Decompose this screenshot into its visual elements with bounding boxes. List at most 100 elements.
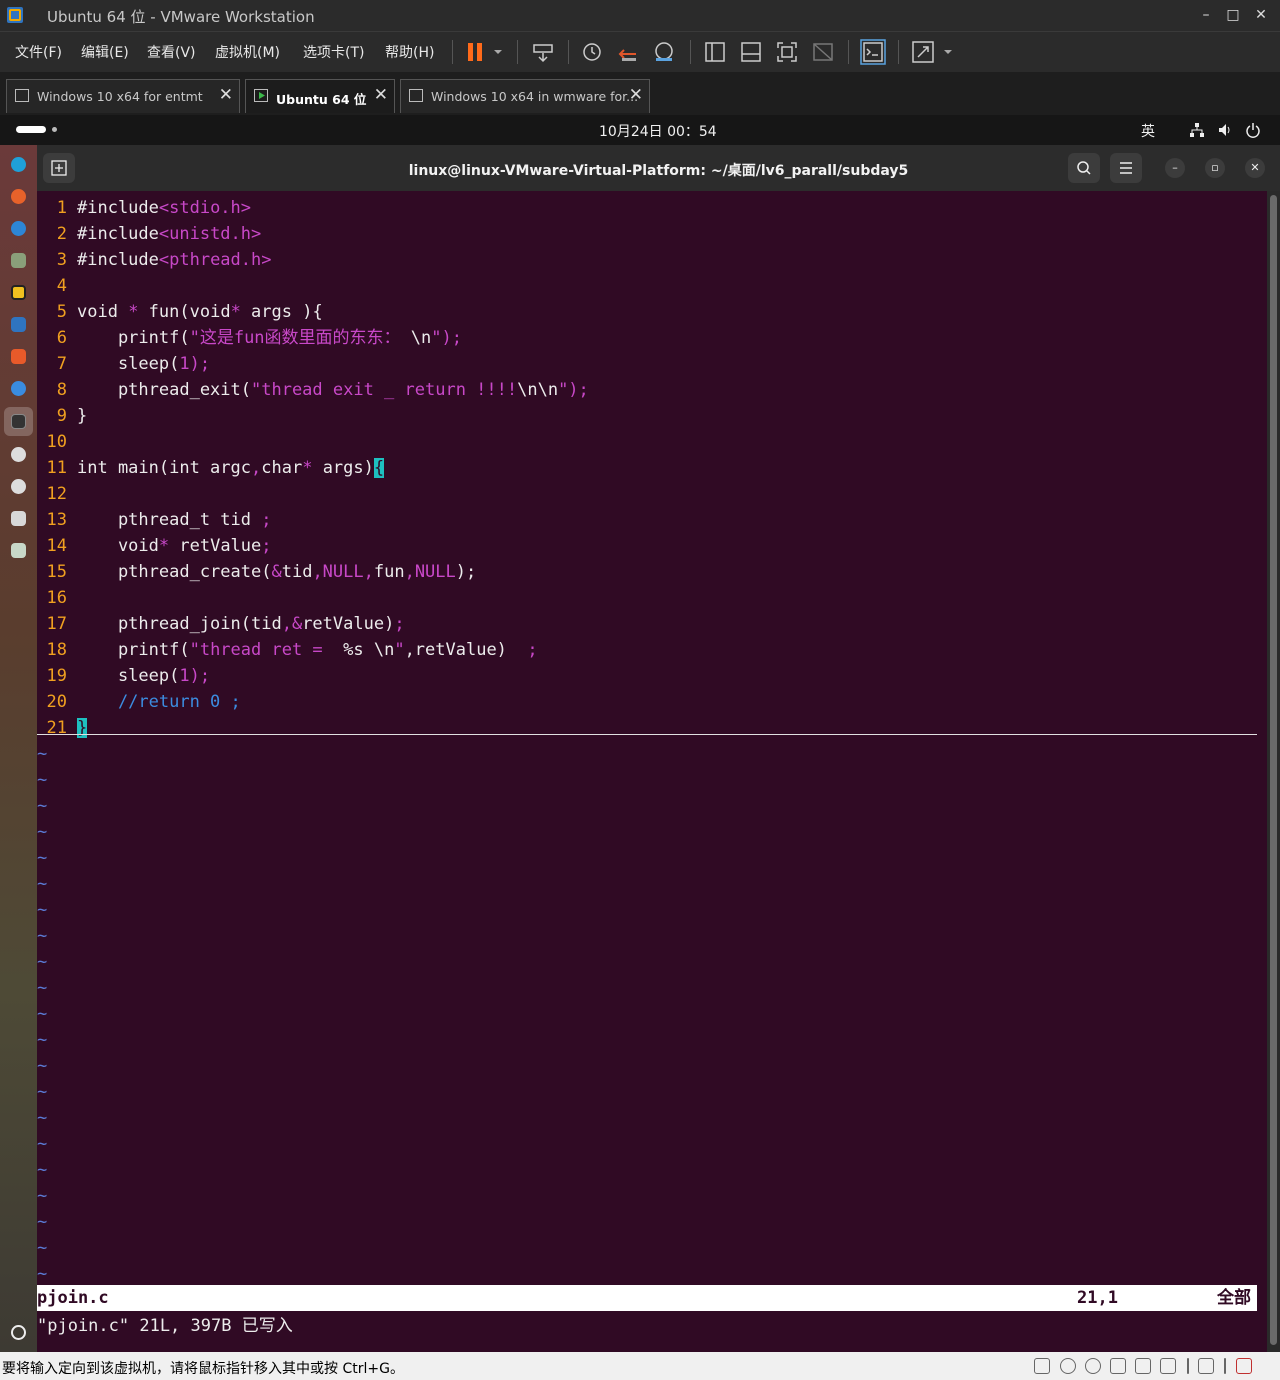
search-icon[interactable] <box>1068 153 1100 183</box>
network-icon[interactable] <box>1189 122 1205 138</box>
hard-disk-icon[interactable] <box>1034 1358 1050 1374</box>
line-number: 21 <box>46 718 67 738</box>
message-log-icon[interactable] <box>1236 1358 1252 1374</box>
menu-view[interactable]: 查看(V) <box>147 42 196 62</box>
stretch-guest-icon[interactable] <box>909 38 937 66</box>
disc-icon[interactable] <box>11 447 26 462</box>
code-line: void* retValue; <box>77 536 272 556</box>
close-icon[interactable]: ✕ <box>219 85 233 105</box>
terminal-scrollbar[interactable] <box>1267 191 1280 1352</box>
cdrom-icon[interactable] <box>1060 1358 1076 1374</box>
activities-indicator[interactable] <box>16 126 46 133</box>
maximize-button[interactable]: □ <box>1222 4 1244 26</box>
chevron-down-icon[interactable] <box>938 38 958 66</box>
vmware-status-bar: 要将输入定向到该虚拟机，请将鼠标指针移入其中或按 Ctrl+G。 <box>0 1352 1280 1380</box>
network-adapter-icon[interactable] <box>1135 1358 1151 1374</box>
cdrom-icon[interactable] <box>1085 1358 1101 1374</box>
tab-label: Ubuntu 64 位 <box>276 92 367 107</box>
close-icon[interactable]: ✕ <box>629 85 643 105</box>
line-number: 13 <box>46 510 67 530</box>
tab-windows10-wmware[interactable]: Windows 10 x64 in wmware for... ✕ <box>400 79 650 113</box>
line-number: 4 <box>56 276 67 296</box>
terminal-restore-button[interactable]: ▫ <box>1205 158 1225 178</box>
trash-icon[interactable] <box>11 543 26 558</box>
drive-icon[interactable] <box>11 511 26 526</box>
rhythmbox-icon[interactable] <box>11 285 26 300</box>
sound-card-icon[interactable] <box>1160 1358 1176 1374</box>
send-keys-icon[interactable] <box>529 38 557 66</box>
toolbar-separator <box>452 40 453 64</box>
help-icon[interactable] <box>11 381 26 396</box>
vm-icon <box>15 89 29 102</box>
hamburger-menu-icon[interactable] <box>1110 153 1142 183</box>
writer-icon[interactable] <box>11 317 26 332</box>
code-line: } <box>77 718 88 738</box>
menu-file[interactable]: 文件(F) <box>15 42 62 62</box>
status-separator <box>1224 1358 1226 1374</box>
thumbnail-view-icon[interactable] <box>737 38 765 66</box>
menu-vm[interactable]: 虚拟机(M) <box>215 42 280 62</box>
line-number: 5 <box>56 302 67 322</box>
chevron-down-icon[interactable] <box>488 38 508 66</box>
line-number: 8 <box>56 380 67 400</box>
ubuntu-dock <box>0 145 37 1352</box>
ubuntu-top-bar: 10月24日 00：54 英 <box>0 115 1280 145</box>
line-number: 2 <box>56 224 67 244</box>
library-view-icon[interactable] <box>701 38 729 66</box>
close-icon[interactable]: ✕ <box>374 85 388 105</box>
code-line: pthread_join(tid,&retValue); <box>77 614 405 634</box>
menu-edit[interactable]: 编辑(E) <box>81 42 129 62</box>
minimize-button[interactable]: – <box>1195 4 1217 26</box>
tab-ubuntu[interactable]: Ubuntu 64 位 ✕ <box>245 79 395 113</box>
menu-tabs[interactable]: 选项卡(T) <box>303 42 364 62</box>
tab-windows10-entmt[interactable]: Windows 10 x64 for entmt ✕ <box>6 79 240 113</box>
code-line: int main(int argc,char* args){ <box>77 458 385 478</box>
fullscreen-icon[interactable] <box>773 38 801 66</box>
scrollbar-thumb[interactable] <box>1270 195 1277 1345</box>
disc-icon[interactable] <box>11 479 26 494</box>
line-number: 7 <box>56 354 67 374</box>
vmware-logo-icon <box>7 7 23 23</box>
line-number: 16 <box>46 588 67 608</box>
snapshot-manager-icon[interactable] <box>650 38 678 66</box>
code-line: } <box>77 406 88 426</box>
tab-label: Windows 10 x64 in wmware for... <box>431 89 639 104</box>
code-line: void * fun(void* args ){ <box>77 302 323 322</box>
display-icon[interactable] <box>1198 1358 1214 1374</box>
files-icon[interactable] <box>11 253 26 268</box>
unity-mode-icon[interactable] <box>809 38 837 66</box>
firefox-icon[interactable] <box>11 189 26 204</box>
toolbar-separator <box>898 40 899 64</box>
code-line: #include<unistd.h> <box>77 224 262 244</box>
vm-tab-bar: Windows 10 x64 for entmt ✕ Ubuntu 64 位 ✕… <box>0 72 1280 115</box>
line-number: 6 <box>56 328 67 348</box>
vm-running-icon <box>254 89 268 102</box>
line-number: 18 <box>46 640 67 660</box>
terminal-close-button[interactable]: ✕ <box>1245 158 1265 178</box>
pause-icon[interactable] <box>462 38 490 66</box>
line-number: 17 <box>46 614 67 634</box>
status-cursor-position: 21,1 <box>1077 1288 1118 1308</box>
code-line: sleep(1); <box>77 666 211 686</box>
edge-browser-icon[interactable] <box>11 157 26 172</box>
terminal-vim-view[interactable]: 1 #include<stdio.h> 2 #include<unistd.h> 3… <box>37 191 1267 1352</box>
line-number: 11 <box>46 458 67 478</box>
clock[interactable]: 10月24日 00：54 <box>599 121 717 141</box>
thunderbird-icon[interactable] <box>11 221 26 236</box>
snapshot-icon[interactable] <box>578 38 606 66</box>
console-view-icon[interactable] <box>859 38 887 66</box>
close-button[interactable]: ✕ <box>1250 4 1272 26</box>
volume-icon[interactable] <box>1217 122 1233 138</box>
menu-help[interactable]: 帮助(H) <box>385 42 434 62</box>
floppy-icon[interactable] <box>1110 1358 1126 1374</box>
input-method-indicator[interactable]: 英 <box>1141 121 1155 141</box>
app-center-icon[interactable] <box>11 349 26 364</box>
terminal-icon[interactable] <box>11 414 26 429</box>
line-number: 1 <box>56 198 67 218</box>
power-icon[interactable] <box>1245 122 1261 138</box>
line-number: 10 <box>46 432 67 452</box>
show-apps-icon[interactable] <box>11 1325 26 1340</box>
revert-snapshot-icon[interactable] <box>614 38 642 66</box>
window-titlebar: Ubuntu 64 位 - VMware Workstation – □ ✕ <box>0 0 1280 31</box>
terminal-minimize-button[interactable]: – <box>1165 158 1185 178</box>
